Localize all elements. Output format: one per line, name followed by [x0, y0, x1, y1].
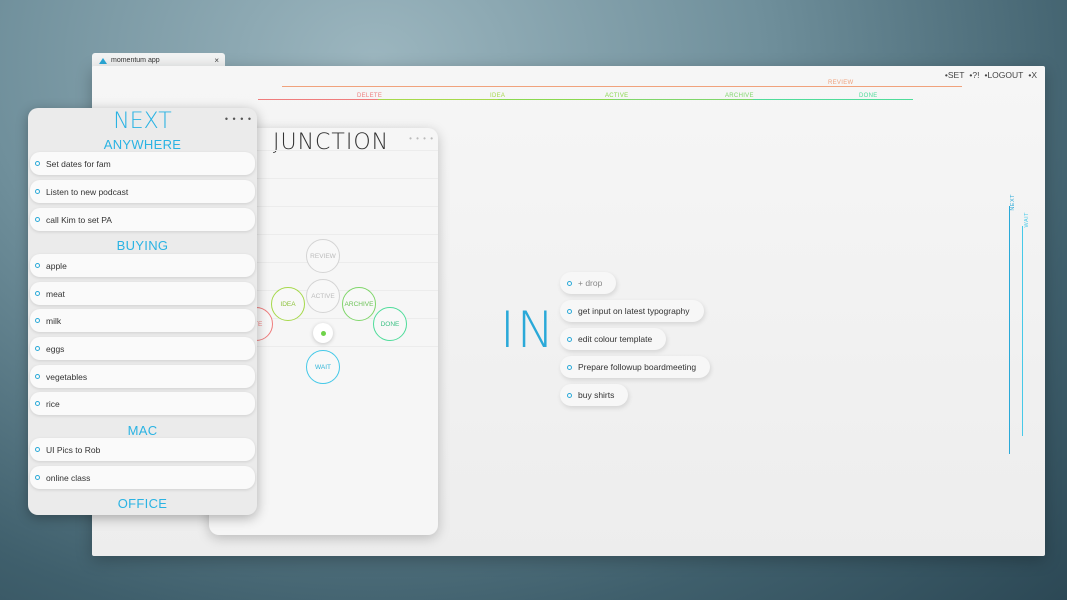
list-item[interactable]: online class — [30, 466, 255, 489]
idea-line — [378, 99, 498, 100]
item-label: UI Pics to Rob — [46, 444, 101, 455]
review-label[interactable]: REVIEW — [828, 80, 853, 86]
center-handle[interactable] — [313, 323, 333, 343]
item-label: apple — [46, 260, 67, 271]
drop-input[interactable]: + drop — [560, 272, 617, 294]
item-label: online class — [46, 472, 91, 483]
top-nav: •SET •?! •LOGOUT •X — [945, 70, 1037, 80]
category-heading: BUYING — [116, 238, 169, 253]
app-logo-icon — [99, 57, 107, 64]
archive-label[interactable]: ARCHIVE — [725, 93, 754, 99]
bullet-icon — [35, 161, 40, 166]
active-line — [498, 99, 613, 100]
done-label[interactable]: DONE — [859, 93, 878, 99]
item-label: eggs — [46, 343, 65, 354]
pill-label: + drop — [578, 278, 603, 288]
in-title: IN — [500, 301, 557, 359]
pill-label: get input on latest typography — [578, 306, 690, 316]
delete-line — [258, 99, 378, 100]
list-item[interactable]: Set dates for fam — [30, 152, 255, 175]
tab-close-button[interactable]: × — [214, 56, 219, 65]
tab-title: momentum app — [111, 57, 160, 64]
bullet-icon — [35, 189, 40, 194]
bullet-icon — [567, 392, 572, 398]
list-item[interactable]: call Kim to set PA — [30, 208, 255, 231]
list-item[interactable]: apple — [30, 254, 255, 277]
next-menu-icon[interactable]: • • • • — [225, 114, 252, 124]
list-item[interactable]: UI Pics to Rob — [30, 438, 255, 461]
pill-label: Prepare followup boardmeeting — [578, 362, 697, 372]
list-item[interactable]: vegetables — [30, 365, 255, 388]
list-item[interactable]: meat — [30, 282, 255, 305]
list-item[interactable]: rice — [30, 392, 255, 415]
bullet-icon — [567, 308, 572, 314]
set-button[interactable]: •SET — [945, 70, 965, 80]
junction-title: JUNCTION — [273, 130, 390, 155]
help-button[interactable]: •?! — [969, 70, 979, 80]
junction-menu-icon[interactable]: • • • • — [409, 134, 434, 143]
wait-side-label[interactable]: WAIT — [1024, 212, 1030, 228]
bullet-icon — [35, 401, 40, 406]
list-item[interactable]: Prepare followup boardmeeting — [560, 356, 711, 378]
bullet-icon — [35, 374, 40, 379]
bullet-icon — [567, 336, 572, 342]
category-heading: MAC — [127, 423, 158, 438]
review-line — [282, 86, 962, 87]
bullet-icon — [567, 364, 572, 370]
list-item[interactable]: buy shirts — [560, 384, 629, 406]
bullet-icon — [35, 217, 40, 222]
idea-circle[interactable]: IDEA — [271, 287, 305, 321]
wait-line — [1022, 226, 1023, 436]
active-circle[interactable]: ACTIVE — [306, 279, 340, 313]
bullet-icon — [35, 346, 40, 351]
category-heading: OFFICE — [117, 496, 168, 511]
item-label: meat — [46, 288, 65, 299]
bullet-icon — [35, 263, 40, 268]
bullet-icon — [567, 280, 572, 286]
list-item[interactable]: Listen to new podcast — [30, 180, 255, 203]
list-item[interactable]: milk — [30, 309, 255, 332]
done-circle[interactable]: DONE — [373, 307, 407, 341]
wait-circle[interactable]: WAIT — [306, 350, 340, 384]
item-label: milk — [46, 315, 62, 326]
bullet-icon — [35, 291, 40, 296]
list-item[interactable]: get input on latest typography — [560, 300, 704, 322]
archive-line — [613, 99, 753, 100]
pill-label: edit colour template — [578, 334, 653, 344]
list-item[interactable]: eggs — [30, 337, 255, 360]
item-label: call Kim to set PA — [46, 214, 112, 225]
archive-circle[interactable]: ARCHIVE — [342, 287, 376, 321]
bullet-icon — [35, 475, 40, 480]
list-item[interactable]: edit colour template — [560, 328, 667, 350]
item-label: rice — [46, 398, 60, 409]
done-line — [753, 99, 913, 100]
item-label: Listen to new podcast — [46, 186, 129, 197]
review-circle[interactable]: REVIEW — [306, 239, 340, 273]
item-label: vegetables — [46, 371, 88, 382]
bullet-icon — [35, 447, 40, 452]
next-panel: NEXT • • • • ANYWHERE Set dates for fam … — [28, 108, 257, 515]
next-line — [1009, 206, 1010, 454]
logout-button[interactable]: •LOGOUT — [984, 70, 1023, 80]
pill-label: buy shirts — [578, 390, 615, 400]
next-title: NEXT — [113, 109, 172, 134]
close-button[interactable]: •X — [1028, 70, 1037, 80]
item-label: Set dates for fam — [46, 158, 111, 169]
category-heading: ANYWHERE — [103, 137, 182, 152]
next-side-label[interactable]: NEXT — [1010, 194, 1016, 211]
bullet-icon — [35, 318, 40, 323]
